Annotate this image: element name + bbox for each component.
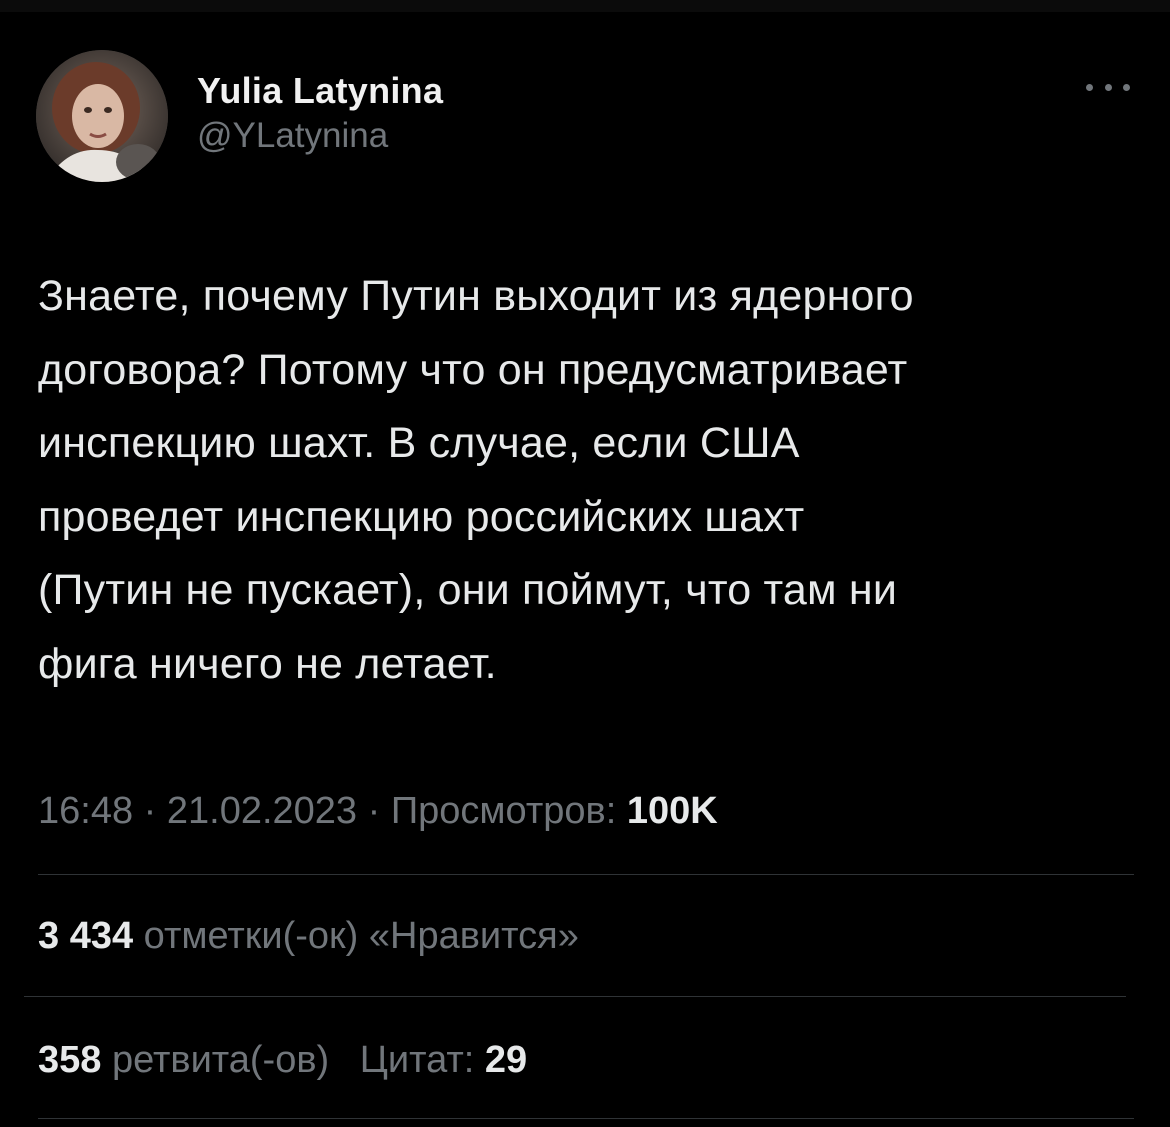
divider: [24, 996, 1126, 997]
avatar-photo-icon: [36, 50, 168, 182]
author-names: Yulia Latynina @YLatynina: [197, 70, 443, 158]
user-handle[interactable]: @YLatynina: [197, 114, 443, 158]
retweets-label: ретвита(-ов): [111, 1039, 330, 1081]
more-horizontal-icon: [1086, 83, 1093, 91]
tweet-time[interactable]: 16:48: [38, 790, 133, 832]
tweet-header: Yulia Latynina @YLatynina: [36, 50, 1136, 184]
more-horizontal-icon-dot: [1123, 83, 1130, 91]
display-name[interactable]: Yulia Latynina: [197, 70, 443, 112]
meta-separator: ·: [143, 790, 157, 832]
tweet-date[interactable]: 21.02.2023: [167, 790, 357, 832]
meta-separator-2: ·: [367, 790, 381, 832]
avatar[interactable]: [36, 50, 168, 182]
views-label: Просмотров:: [390, 790, 617, 832]
more-options-button[interactable]: [1086, 72, 1130, 102]
quotes-count: 29: [484, 1039, 528, 1081]
likes-label: отметки(-ок) «Нравится»: [143, 915, 579, 957]
retweets-quotes-stat: 358 ретвита(-ов) Цитат: 29: [38, 1034, 527, 1086]
divider: [38, 1118, 1134, 1119]
tweet-text: Знаете, почему Путин выходит из ядерного…: [38, 272, 914, 688]
more-horizontal-icon-dot: [1104, 83, 1112, 91]
views-count: 100K: [626, 790, 718, 832]
likes-stat[interactable]: 3 434 отметки(-ок) «Нравится»: [38, 910, 579, 962]
divider: [38, 874, 1134, 875]
quotes-stat[interactable]: Цитат: 29: [360, 1039, 527, 1081]
quotes-label: Цитат:: [359, 1039, 475, 1081]
tweet-meta: 16:48 · 21.02.2023 · Просмотров: 100K: [38, 785, 718, 837]
top-status-strip: [0, 0, 1170, 12]
retweets-stat[interactable]: 358 ретвита(-ов): [38, 1039, 340, 1081]
likes-count: 3 434: [38, 915, 134, 957]
retweets-count: 358: [38, 1039, 102, 1081]
